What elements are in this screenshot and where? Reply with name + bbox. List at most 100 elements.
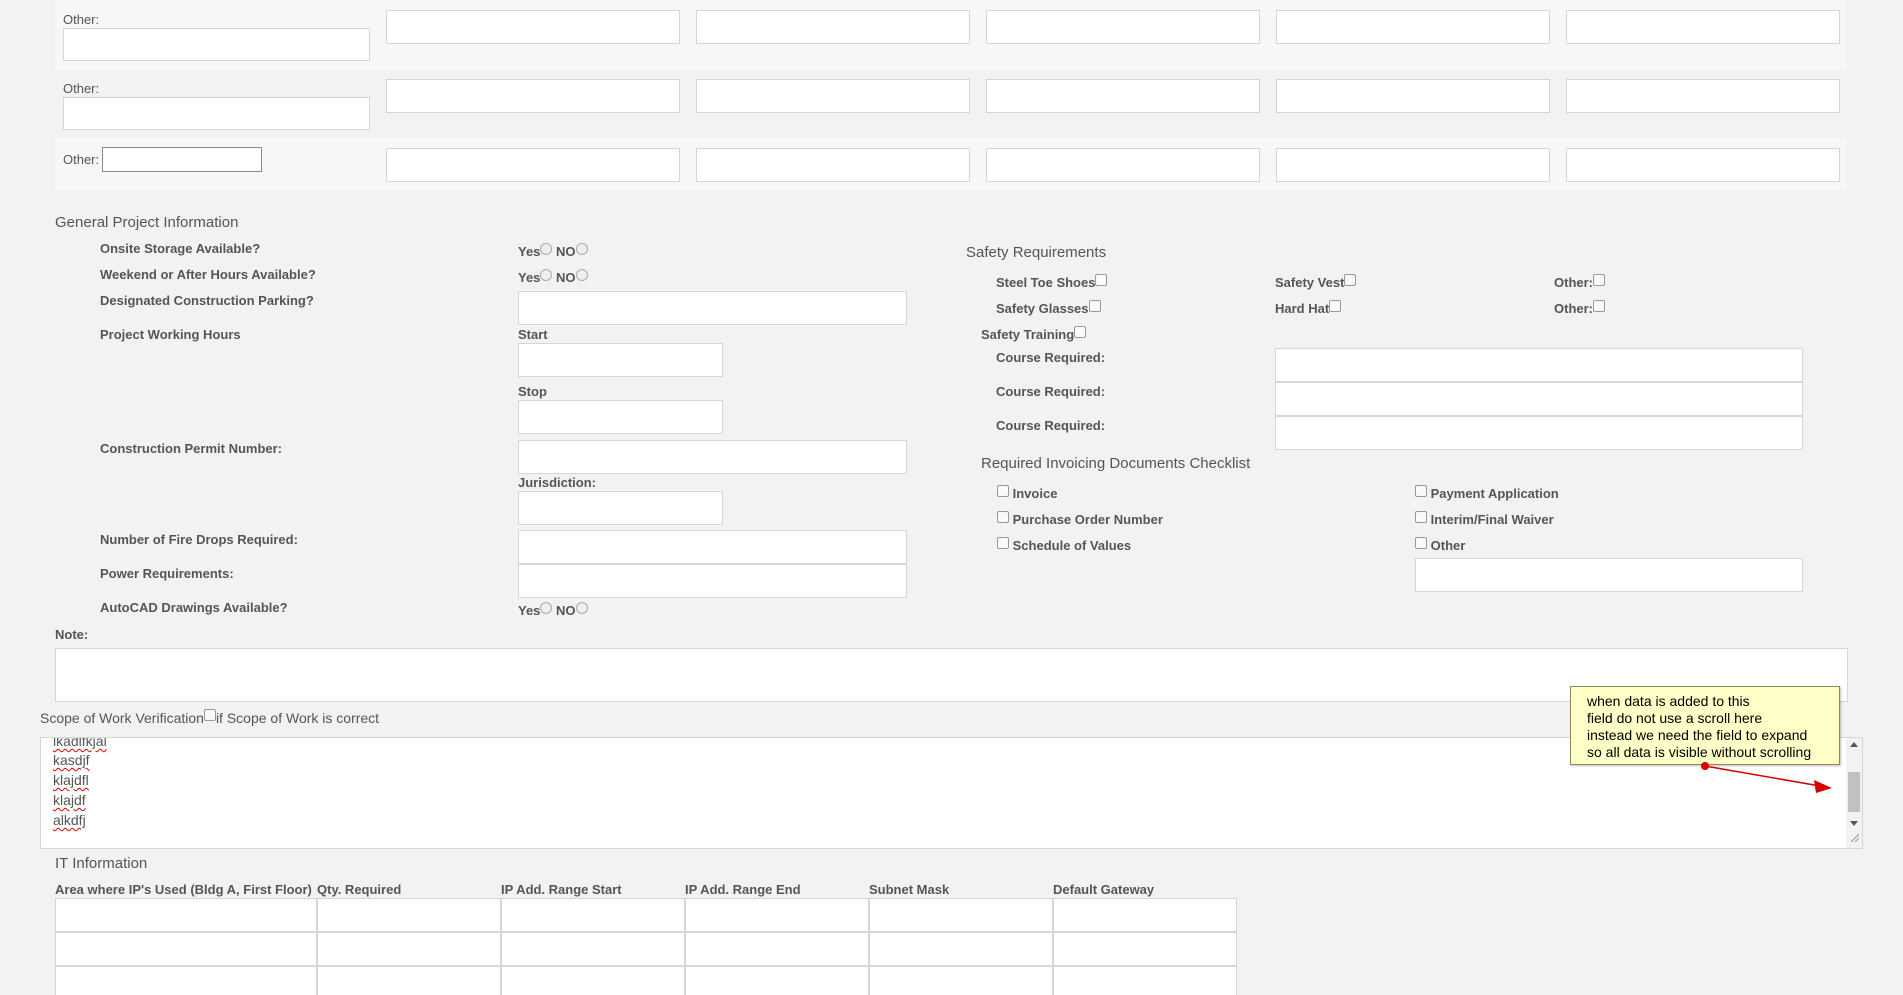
no-radio[interactable] [575, 602, 588, 614]
general-title: General Project Information [55, 214, 239, 231]
autocad-label: AutoCAD Drawings Available? [100, 600, 288, 615]
yes-radio[interactable] [540, 243, 553, 255]
scope-line-3: klajdfl [53, 772, 89, 788]
other-r1-c2[interactable] [696, 10, 970, 44]
power-input[interactable] [518, 564, 907, 598]
it-r2-start[interactable] [501, 932, 685, 966]
no-radio[interactable] [575, 243, 588, 255]
it-r1-end[interactable] [685, 898, 869, 932]
callout-arrow-icon [1701, 762, 1832, 793]
no-label: NO [556, 270, 576, 285]
other-r1-c3[interactable] [986, 10, 1260, 44]
waiver-checkbox[interactable] [1415, 511, 1427, 523]
other-r3-c5[interactable] [1566, 148, 1840, 182]
it-r2-area[interactable] [55, 932, 317, 966]
safety-vest-checkbox[interactable] [1344, 274, 1357, 286]
other-r2-c1[interactable] [386, 79, 680, 113]
other-r1-c4[interactable] [1276, 10, 1550, 44]
other-r3-c3[interactable] [986, 148, 1260, 182]
scope-correct-checkbox[interactable] [203, 709, 216, 721]
it-title: IT Information [55, 855, 148, 872]
it-r3-end[interactable] [685, 966, 869, 995]
it-col-ip-start: IP Add. Range Start [501, 882, 622, 897]
other-r3-c4[interactable] [1276, 148, 1550, 182]
hard-hat-checkbox[interactable] [1329, 300, 1342, 312]
yes-label: Yes [518, 244, 541, 259]
other-name-input-3[interactable] [102, 147, 262, 172]
it-r2-qty[interactable] [317, 932, 501, 966]
safety-vest-label: Safety Vest [1275, 274, 1357, 290]
other-r2-c5[interactable] [1566, 79, 1840, 113]
no-label: NO [556, 244, 576, 259]
steel-toe-label: Steel Toe Shoes [996, 274, 1108, 290]
sov-checkbox[interactable] [997, 537, 1009, 549]
other-name-input-2[interactable] [63, 97, 370, 130]
it-r3-start[interactable] [501, 966, 685, 995]
it-col-gateway: Default Gateway [1053, 882, 1155, 897]
jurisdiction-input[interactable] [518, 491, 723, 525]
scope-line-2: kasdjf [53, 752, 90, 768]
it-r1-gateway[interactable] [1053, 898, 1237, 932]
other-name-input-1[interactable] [63, 28, 370, 61]
it-r2-end[interactable] [685, 932, 869, 966]
course-input-3[interactable] [1275, 416, 1803, 450]
parking-label: Designated Construction Parking? [100, 293, 314, 308]
scope-scrollbar[interactable] [1846, 738, 1862, 848]
it-r2-gateway[interactable] [1053, 932, 1237, 966]
invoice-checkbox[interactable] [997, 485, 1009, 497]
start-label: Start [518, 327, 548, 342]
scroll-up-icon[interactable] [1850, 742, 1858, 747]
safety-other2-checkbox[interactable] [1593, 300, 1605, 312]
other-r2-c3[interactable] [986, 79, 1260, 113]
callout-note: when data is added to this field do not … [1570, 686, 1840, 765]
fire-drops-input[interactable] [518, 530, 907, 564]
it-r1-subnet[interactable] [869, 898, 1053, 932]
invoice-other-input[interactable] [1415, 558, 1803, 592]
po-number-item: Purchase Order Number [997, 511, 1163, 527]
it-r1-area[interactable] [55, 898, 317, 932]
jurisdiction-label: Jurisdiction: [518, 475, 597, 490]
safety-other1-checkbox[interactable] [1593, 274, 1605, 286]
other-r1-c1[interactable] [386, 10, 680, 44]
yes-radio[interactable] [540, 602, 553, 614]
it-r1-start[interactable] [501, 898, 685, 932]
no-label: NO [556, 603, 576, 618]
course-input-2[interactable] [1275, 382, 1803, 416]
note-label: Note: [55, 627, 89, 642]
course-label-3: Course Required: [996, 418, 1106, 433]
other-r3-c1[interactable] [386, 148, 680, 182]
invoice-other-checkbox[interactable] [1415, 537, 1427, 549]
it-r3-qty[interactable] [317, 966, 501, 995]
scroll-thumb[interactable] [1848, 772, 1860, 812]
po-number-checkbox[interactable] [997, 511, 1009, 523]
it-r3-gateway[interactable] [1053, 966, 1237, 995]
start-input[interactable] [518, 343, 723, 377]
other-r1-c5[interactable] [1566, 10, 1840, 44]
no-radio[interactable] [575, 269, 588, 281]
it-r3-subnet[interactable] [869, 966, 1053, 995]
permit-input[interactable] [518, 440, 907, 474]
payment-app-checkbox[interactable] [1415, 485, 1427, 497]
power-label: Power Requirements: [100, 566, 234, 581]
yes-label: Yes [518, 603, 541, 618]
stop-label: Stop [518, 384, 547, 399]
other-r2-c4[interactable] [1276, 79, 1550, 113]
stop-input[interactable] [518, 400, 723, 434]
steel-toe-checkbox[interactable] [1095, 274, 1108, 286]
safety-training-checkbox[interactable] [1074, 326, 1087, 338]
sov-item: Schedule of Values [997, 537, 1131, 553]
resize-grip-icon[interactable] [1851, 834, 1859, 842]
onsite-storage-label: Onsite Storage Available? [100, 241, 261, 256]
safety-glasses-checkbox[interactable] [1088, 300, 1101, 312]
yes-radio[interactable] [540, 269, 553, 281]
it-r1-qty[interactable] [317, 898, 501, 932]
it-r2-subnet[interactable] [869, 932, 1053, 966]
invoicing-title: Required Invoicing Documents Checklist [981, 455, 1251, 472]
it-r3-area[interactable] [55, 966, 317, 995]
scroll-down-icon[interactable] [1850, 821, 1858, 826]
other-r2-c2[interactable] [696, 79, 970, 113]
other-r3-c2[interactable] [696, 148, 970, 182]
course-label-2: Course Required: [996, 384, 1106, 399]
parking-input[interactable] [518, 291, 907, 325]
course-input-1[interactable] [1275, 348, 1803, 382]
